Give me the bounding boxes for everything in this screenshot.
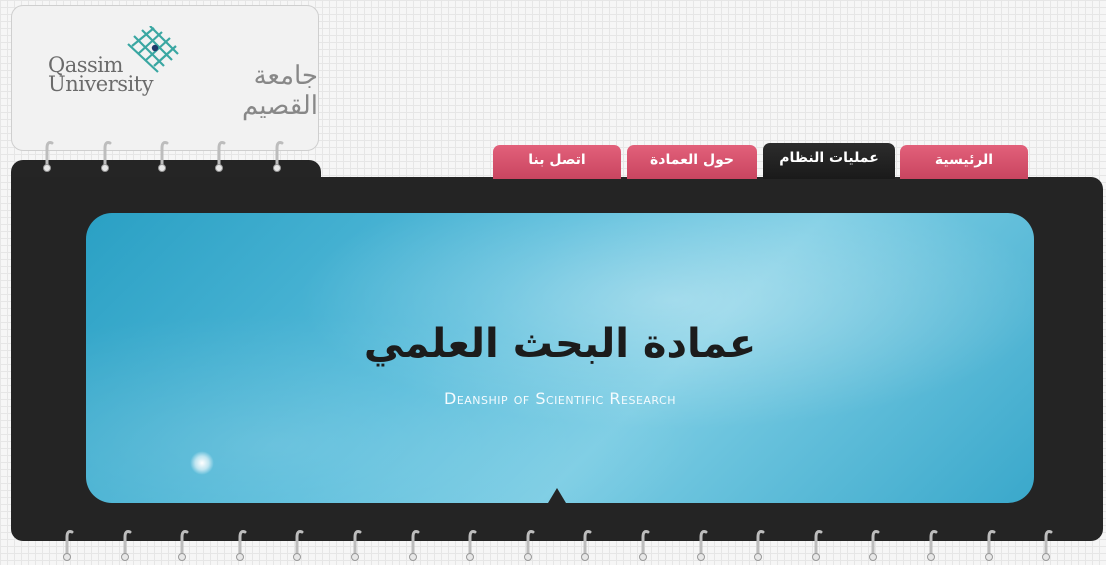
binder-ring xyxy=(982,527,996,561)
star-glow xyxy=(190,451,214,475)
binder-ring xyxy=(521,527,535,561)
binder-ring xyxy=(809,527,823,561)
tab-about-deanship-label: حول العمادة xyxy=(650,152,734,168)
logo-arabic-text: جامعة القصيم xyxy=(242,61,318,121)
tab-system-operations[interactable]: عمليات النظام xyxy=(763,143,895,179)
logo-card[interactable]: Qassim University جامعة القصيم xyxy=(11,5,319,151)
binder-ring xyxy=(636,527,650,561)
binder-ring xyxy=(1039,527,1053,561)
binder-ring xyxy=(270,138,284,172)
logo-english-line-2: University xyxy=(48,72,154,96)
binder-ring xyxy=(694,527,708,561)
tab-home-label: الرئيسية xyxy=(934,152,994,168)
binder-ring xyxy=(175,527,189,561)
logo-english-text: Qassim University xyxy=(48,55,154,96)
banner-title-arabic: عمادة البحث العلمي xyxy=(363,321,757,367)
binder-ring xyxy=(924,527,938,561)
binder-ring xyxy=(866,527,880,561)
banner-title-english: Deanship of Scientific Research xyxy=(444,389,676,408)
binder-ring xyxy=(60,527,74,561)
binder-ring xyxy=(578,527,592,561)
binder-ring xyxy=(118,527,132,561)
binder-ring xyxy=(751,527,765,561)
tab-system-operations-label: عمليات النظام xyxy=(779,150,879,166)
binder-ring xyxy=(233,527,247,561)
binder-ring xyxy=(98,138,112,172)
binder-ring xyxy=(212,138,226,172)
binder-ring xyxy=(406,527,420,561)
binder-ring xyxy=(290,527,304,561)
tab-about-deanship[interactable]: حول العمادة xyxy=(627,145,757,179)
binder-ring xyxy=(40,138,54,172)
binder-ring xyxy=(348,527,362,561)
tab-contact-us[interactable]: اتصل بنا xyxy=(493,145,621,179)
binder-ring xyxy=(463,527,477,561)
hero-banner: عمادة البحث العلمي Deanship of Scientifi… xyxy=(86,213,1034,503)
banner-notch xyxy=(548,488,566,503)
tab-contact-us-label: اتصل بنا xyxy=(528,152,586,168)
tab-home[interactable]: الرئيسية xyxy=(900,145,1028,179)
binder-ring xyxy=(155,138,169,172)
